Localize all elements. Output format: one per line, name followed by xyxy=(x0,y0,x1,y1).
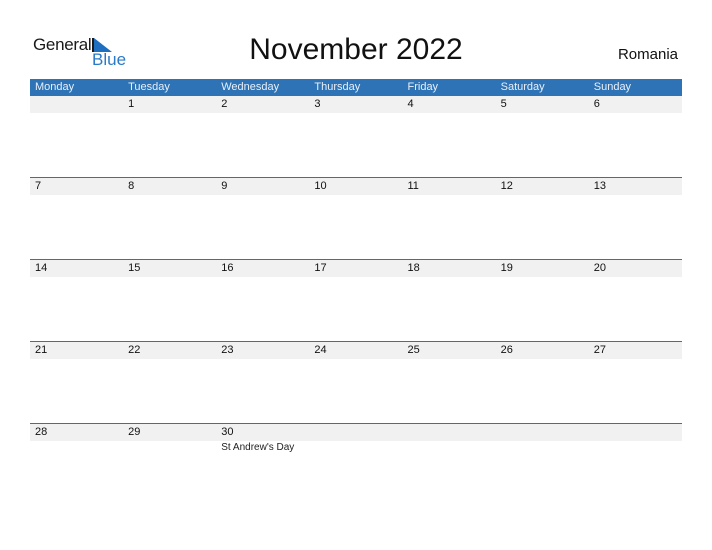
day-number: 30 xyxy=(221,426,234,438)
calendar-grid: Monday Tuesday Wednesday Thursday Friday… xyxy=(30,79,682,505)
day-number: 4 xyxy=(407,98,414,110)
day-cell: 9 xyxy=(216,178,309,195)
day-cell: 11 xyxy=(403,178,496,195)
day-cell xyxy=(403,424,496,441)
day-number: 11 xyxy=(407,180,419,192)
day-number: 14 xyxy=(35,262,48,274)
day-cell: 6 xyxy=(589,96,682,113)
day-number: 3 xyxy=(314,98,321,110)
day-number: 29 xyxy=(128,426,141,438)
day-number: 24 xyxy=(314,344,327,356)
day-cell: 5 xyxy=(496,96,589,113)
day-number: 17 xyxy=(314,262,327,274)
weekday-monday: Monday xyxy=(35,81,75,93)
holiday-label: St Andrew's Day xyxy=(221,442,295,453)
week-row: 14 15 16 17 18 19 20 xyxy=(30,259,682,341)
day-number: 19 xyxy=(500,262,513,274)
day-cell: 15 xyxy=(123,260,216,277)
day-cell: 25 xyxy=(403,342,496,359)
weekday-saturday: Saturday xyxy=(500,81,545,93)
day-cell xyxy=(309,424,402,441)
weekday-sunday: Sunday xyxy=(593,81,632,93)
country-label: Romania xyxy=(617,46,678,63)
day-number: 18 xyxy=(407,262,420,274)
day-cell: 23 xyxy=(216,342,309,359)
day-cell: 17 xyxy=(309,260,402,277)
day-number: 7 xyxy=(35,180,42,192)
date-strip: 14 15 16 17 18 19 20 xyxy=(30,260,682,277)
day-cell: 28 xyxy=(30,424,123,441)
weeks-container: 1 2 3 4 5 6 7 8 9 10 11 12 13 14 15 16 17 18 19 20 21 22 23 24 2… xyxy=(30,96,682,505)
day-cell: 7 xyxy=(30,178,123,195)
date-strip: 28 29 30 St Andrew's Day xyxy=(30,424,682,453)
date-strip: 1 2 3 4 5 6 xyxy=(30,96,682,113)
weekday-wednesday: Wednesday xyxy=(221,81,280,93)
day-number: 26 xyxy=(500,344,513,356)
day-cell: 16 xyxy=(216,260,309,277)
day-number: 15 xyxy=(128,262,141,274)
day-number: 28 xyxy=(35,426,48,438)
day-number: 23 xyxy=(221,344,234,356)
day-cell: 22 xyxy=(123,342,216,359)
day-cell xyxy=(496,424,589,441)
week-row: 28 29 30 St Andrew's Day xyxy=(30,423,682,505)
day-cell: 8 xyxy=(123,178,216,195)
day-cell: 12 xyxy=(496,178,589,195)
day-cell: 14 xyxy=(30,260,123,277)
date-strip: 21 22 23 24 25 26 27 xyxy=(30,342,682,359)
day-cell: 2 xyxy=(216,96,309,113)
day-number: 1 xyxy=(128,98,135,110)
day-number: 25 xyxy=(407,344,420,356)
day-number: 20 xyxy=(593,262,606,274)
day-cell: 10 xyxy=(309,178,402,195)
day-number: 12 xyxy=(500,180,513,192)
day-cell: 19 xyxy=(496,260,589,277)
day-number: 5 xyxy=(500,98,507,110)
day-number: 16 xyxy=(221,262,234,274)
week-row: 1 2 3 4 5 6 xyxy=(30,96,682,177)
day-cell: 21 xyxy=(30,342,123,359)
day-cell: 30 St Andrew's Day xyxy=(216,424,309,453)
day-cell: 1 xyxy=(123,96,216,113)
day-number: 22 xyxy=(128,344,141,356)
day-cell: 13 xyxy=(589,178,682,195)
day-cell: 29 xyxy=(123,424,216,441)
date-strip: 7 8 9 10 11 12 13 xyxy=(30,178,682,195)
weekday-header: Monday Tuesday Wednesday Thursday Friday… xyxy=(30,79,682,96)
day-cell xyxy=(30,96,123,113)
day-cell: 3 xyxy=(309,96,402,113)
day-number: 13 xyxy=(593,180,606,192)
day-cell xyxy=(589,424,682,441)
day-number: 27 xyxy=(593,344,606,356)
day-cell: 18 xyxy=(403,260,496,277)
weekday-friday: Friday xyxy=(407,81,439,93)
day-number: 9 xyxy=(221,180,228,192)
week-row: 7 8 9 10 11 12 13 xyxy=(30,177,682,259)
day-cell: 20 xyxy=(589,260,682,277)
day-number: 10 xyxy=(314,180,327,192)
weekday-thursday: Thursday xyxy=(314,81,361,93)
day-cell: 26 xyxy=(496,342,589,359)
day-number: 8 xyxy=(128,180,135,192)
weekday-tuesday: Tuesday xyxy=(128,81,170,93)
day-number: 2 xyxy=(221,98,228,110)
day-cell: 4 xyxy=(403,96,496,113)
day-number: 6 xyxy=(593,98,600,110)
week-row: 21 22 23 24 25 26 27 xyxy=(30,341,682,423)
calendar-title: November 2022 xyxy=(249,33,463,66)
day-cell: 24 xyxy=(309,342,402,359)
day-cell: 27 xyxy=(589,342,682,359)
day-number: 21 xyxy=(35,344,48,356)
